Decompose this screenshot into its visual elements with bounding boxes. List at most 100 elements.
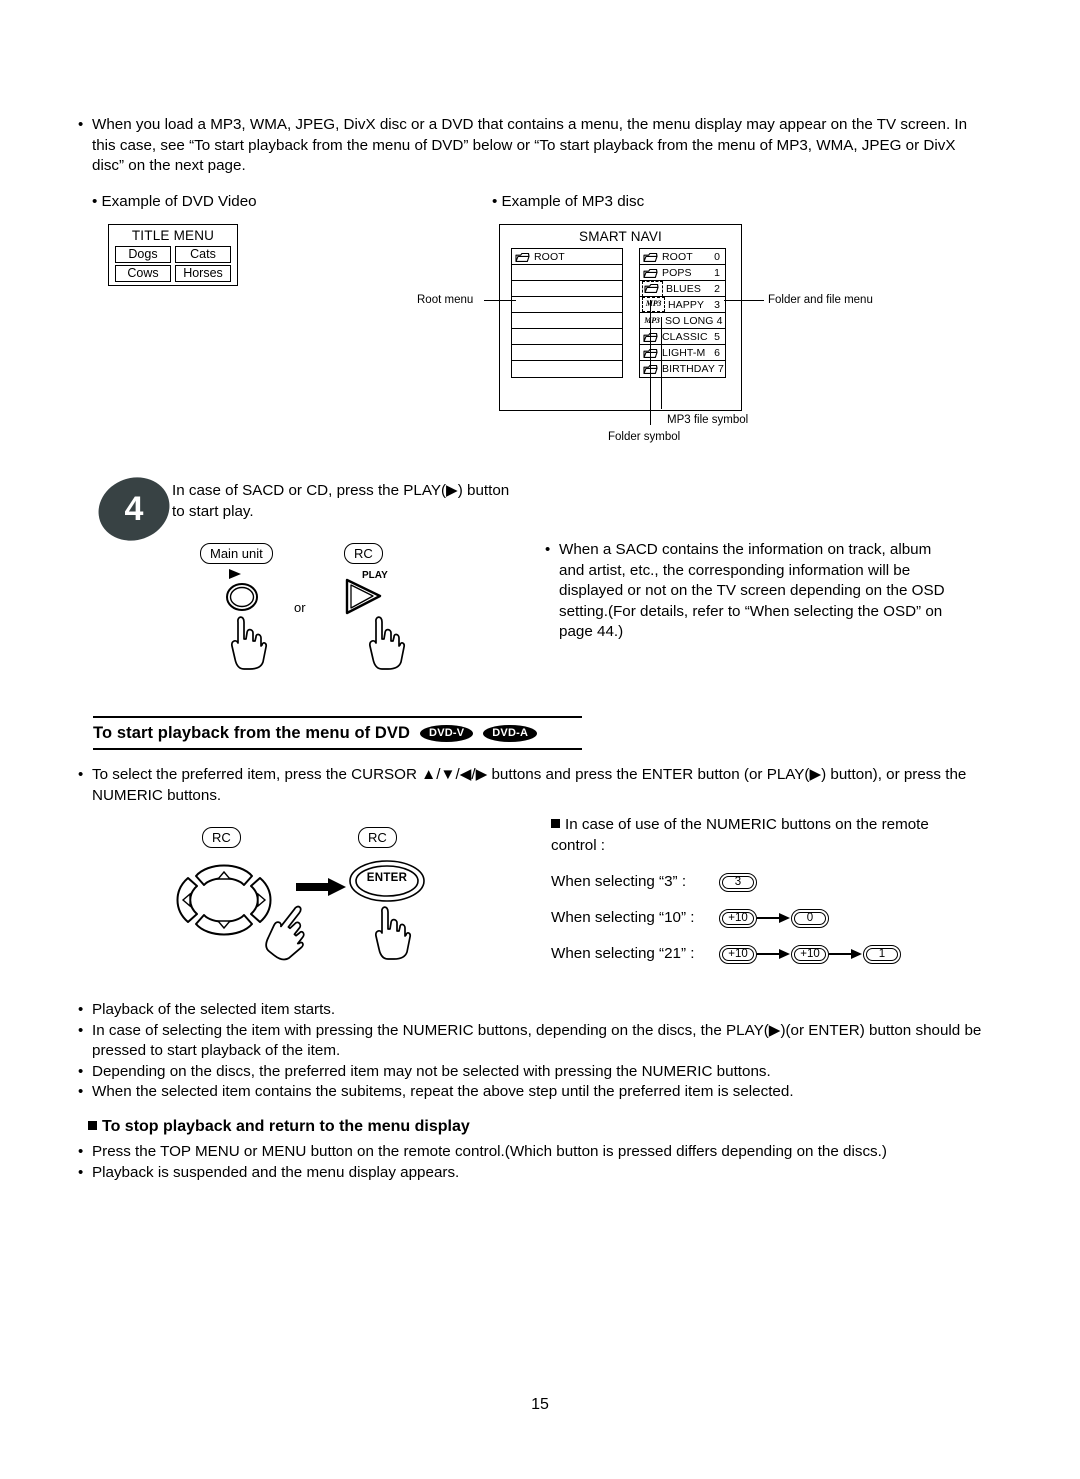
stop-item-text: Press the TOP MENU or MENU button on the… xyxy=(92,1143,887,1160)
root-menu-row[interactable] xyxy=(512,329,622,345)
root-menu-row[interactable] xyxy=(512,313,622,329)
folder-file-row-number: 6 xyxy=(714,346,720,359)
cursor-down-button xyxy=(195,914,253,936)
pointing-hand-icon xyxy=(224,612,270,675)
example-dvd-caption-text: Example of DVD Video xyxy=(101,193,257,210)
root-menu-panel: ROOT xyxy=(511,248,623,378)
folder-file-row[interactable]: MP3 SO LONG 4 xyxy=(640,313,725,329)
folder-symbol-leader-line xyxy=(650,300,652,425)
title-menu-item[interactable]: Dogs xyxy=(115,246,171,263)
manual-page: • When you load a MP3, WMA, JPEG, DivX d… xyxy=(0,0,1080,1479)
root-menu-row[interactable] xyxy=(512,345,622,361)
cursor-step-bullet: • To select the preferred item, press th… xyxy=(78,765,983,806)
bullet-dot: • xyxy=(78,1001,84,1018)
numeric-key[interactable]: 1 xyxy=(863,944,901,964)
folder-file-menu-leader-line xyxy=(724,300,764,302)
cursor-left-button xyxy=(176,877,198,923)
example-mp3-caption: • Example of MP3 disc xyxy=(492,192,644,212)
stop-section-heading: To stop playback and return to the menu … xyxy=(88,1118,988,1136)
smart-navi-screen: SMART NAVI ROOT ROOT 0 POPS 1 BLUES 2 MP3 HAPPY… xyxy=(499,224,742,411)
folder-file-row-label: HAPPY xyxy=(668,298,705,311)
root-menu-row[interactable] xyxy=(512,281,622,297)
main-unit-label: Main unit xyxy=(200,543,273,564)
folder-file-row-label: CLASSIC xyxy=(662,330,708,343)
rc-label-enter: RC xyxy=(358,827,397,848)
bullet-dot: • xyxy=(78,766,84,783)
note-item: • In case of selecting the item with pre… xyxy=(78,1021,988,1062)
numeric-heading: In case of use of the NUMERIC buttons on… xyxy=(551,814,951,856)
square-bullet-icon xyxy=(88,1121,97,1130)
note-text: Playback of the selected item starts. xyxy=(92,1001,336,1018)
bullet-dot: • xyxy=(78,116,84,133)
note-item: • Depending on the discs, the preferred … xyxy=(78,1062,988,1083)
folder-file-row[interactable]: ROOT 0 xyxy=(640,249,725,265)
numeric-key[interactable]: 0 xyxy=(791,908,829,928)
notes-list: • Playback of the selected item starts. … xyxy=(78,1000,988,1103)
folder-file-row[interactable]: CLASSIC 5 xyxy=(640,329,725,345)
stop-section-heading-text: To stop playback and return to the menu … xyxy=(102,1118,470,1135)
folder-file-row-label: POPS xyxy=(662,266,692,279)
folder-file-row-label: SO LONG xyxy=(665,314,714,327)
step-4-badge: 4 xyxy=(89,467,179,551)
title-menu-heading: TITLE MENU xyxy=(131,228,215,243)
root-menu-row[interactable] xyxy=(512,297,622,313)
sacd-note-text: When a SACD contains the information on … xyxy=(559,541,945,640)
note-item: • When the selected item contains the su… xyxy=(78,1082,988,1103)
title-menu-item[interactable]: Cats xyxy=(175,246,231,263)
folder-file-row[interactable]: LIGHT-M 6 xyxy=(640,345,725,361)
numeric-row-label: When selecting “21” : xyxy=(551,945,695,962)
root-menu-label: Root menu xyxy=(417,294,474,306)
numeric-key[interactable]: +10 xyxy=(719,908,757,928)
folder-file-row[interactable]: MP3 HAPPY 3 xyxy=(640,297,725,313)
mp3-file-icon: MP3 xyxy=(644,315,660,325)
rc-label: RC xyxy=(344,543,383,564)
folder-file-menu-label: Folder and file menu xyxy=(768,294,873,306)
numeric-row: When selecting “21” : +10 +10 1 xyxy=(551,944,971,964)
smart-navi-columns: ROOT ROOT 0 POPS 1 BLUES 2 MP3 HAPPY 3 MP3 SO LONG… xyxy=(500,248,741,378)
note-text: Depending on the discs, the preferred it… xyxy=(92,1062,771,1080)
root-menu-row[interactable]: ROOT xyxy=(512,249,622,265)
numeric-key[interactable]: +10 xyxy=(719,944,757,964)
mp3-symbol-leader-line xyxy=(661,317,663,409)
note-text: In case of selecting the item with press… xyxy=(92,1021,982,1060)
numeric-key[interactable]: 3 xyxy=(719,872,757,892)
folder-icon xyxy=(642,267,659,279)
title-menu-item[interactable]: Cows xyxy=(115,265,171,282)
numeric-heading-text: In case of use of the NUMERIC buttons on… xyxy=(551,816,929,854)
flow-arrow-icon xyxy=(296,877,348,902)
folder-file-row-number: 2 xyxy=(714,282,720,295)
numeric-row-label: When selecting “3” : xyxy=(551,873,687,890)
stop-section-list: • Press the TOP MENU or MENU button on t… xyxy=(78,1142,988,1183)
example-mp3-caption-text: Example of MP3 disc xyxy=(501,193,645,210)
mp3-file-symbol-label: MP3 file symbol xyxy=(667,414,749,426)
numeric-row: When selecting “3” : 3 xyxy=(551,872,971,892)
root-menu-row[interactable] xyxy=(512,361,622,377)
note-text: When the selected item contains the subi… xyxy=(92,1083,794,1100)
folder-icon xyxy=(514,251,531,263)
enter-button-label: ENTER xyxy=(366,872,408,884)
root-menu-leader-line xyxy=(484,300,516,302)
title-menu-screen: TITLE MENU Dogs Cats Cows Horses xyxy=(108,224,238,286)
folder-file-row[interactable]: POPS 1 xyxy=(640,265,725,281)
badge-dvd-a: DVD-A xyxy=(483,724,538,742)
badge-dvd-v: DVD-V xyxy=(420,724,474,742)
section-heading-bar: To start playback from the menu of DVD D… xyxy=(93,716,582,750)
mp3-file-icon: MP3 xyxy=(642,297,665,312)
title-menu-item[interactable]: Horses xyxy=(175,265,231,282)
bullet-dot: • xyxy=(92,193,102,210)
folder-file-row[interactable]: BLUES 2 xyxy=(640,280,725,297)
folder-file-row-number: 1 xyxy=(714,266,720,279)
folder-file-row[interactable]: BIRTHDAY 7 xyxy=(640,361,725,377)
page-number: 15 xyxy=(531,1396,549,1413)
cursor-step-text: To select the preferred item, press the … xyxy=(92,766,967,804)
numeric-key[interactable]: +10 xyxy=(791,944,829,964)
pointing-hand-icon xyxy=(362,612,408,675)
title-menu-grid: Dogs Cats Cows Horses xyxy=(109,246,237,282)
or-label: or xyxy=(294,600,306,615)
folder-file-row-label: BIRTHDAY xyxy=(662,363,715,375)
root-menu-row[interactable] xyxy=(512,265,622,281)
pointing-hand-icon xyxy=(368,902,414,965)
bullet-dot: • xyxy=(78,1021,84,1039)
cursor-up-button xyxy=(195,864,253,886)
bullet-dot: • xyxy=(78,1062,84,1080)
